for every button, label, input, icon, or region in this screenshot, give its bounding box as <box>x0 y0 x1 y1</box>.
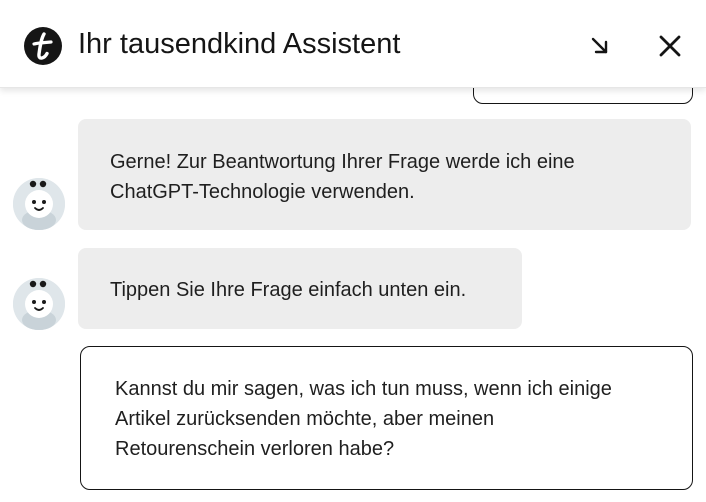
arrow-down-right-icon <box>591 37 608 54</box>
tausendkind-logo-icon <box>24 27 62 65</box>
close-icon <box>659 35 681 57</box>
message-text-line: Tippen Sie Ihre Frage einfach unten ein. <box>110 279 467 301</box>
bot-avatar <box>13 178 65 230</box>
message-text-line: ChatGPT-Technologie verwenden. <box>110 181 415 203</box>
message-text-line: Retourenschein verloren habe? <box>115 438 395 460</box>
chat-header: Ihr tausendkind Assistent <box>0 0 706 88</box>
chat-title: Ihr tausendkind Assistent <box>78 28 401 60</box>
message-text-line: Kannst du mir sagen, was ich tun muss, w… <box>115 378 612 400</box>
chat-message-list[interactable]: Gerne! Zur Beantwortung Ihrer Frage werd… <box>0 88 706 502</box>
minimize-button[interactable] <box>580 26 620 66</box>
bot-avatar <box>13 278 65 330</box>
previous-user-message <box>473 88 693 104</box>
user-message: Kannst du mir sagen, was ich tun muss, w… <box>80 346 693 490</box>
bot-message: Gerne! Zur Beantwortung Ihrer Frage werd… <box>78 119 691 230</box>
message-text-line: Artikel zurücksenden möchte, aber meinen <box>115 408 495 430</box>
message-text-line: Gerne! Zur Beantwortung Ihrer Frage werd… <box>110 151 575 173</box>
close-button[interactable] <box>650 26 690 66</box>
bot-message: Tippen Sie Ihre Frage einfach unten ein. <box>78 248 522 329</box>
